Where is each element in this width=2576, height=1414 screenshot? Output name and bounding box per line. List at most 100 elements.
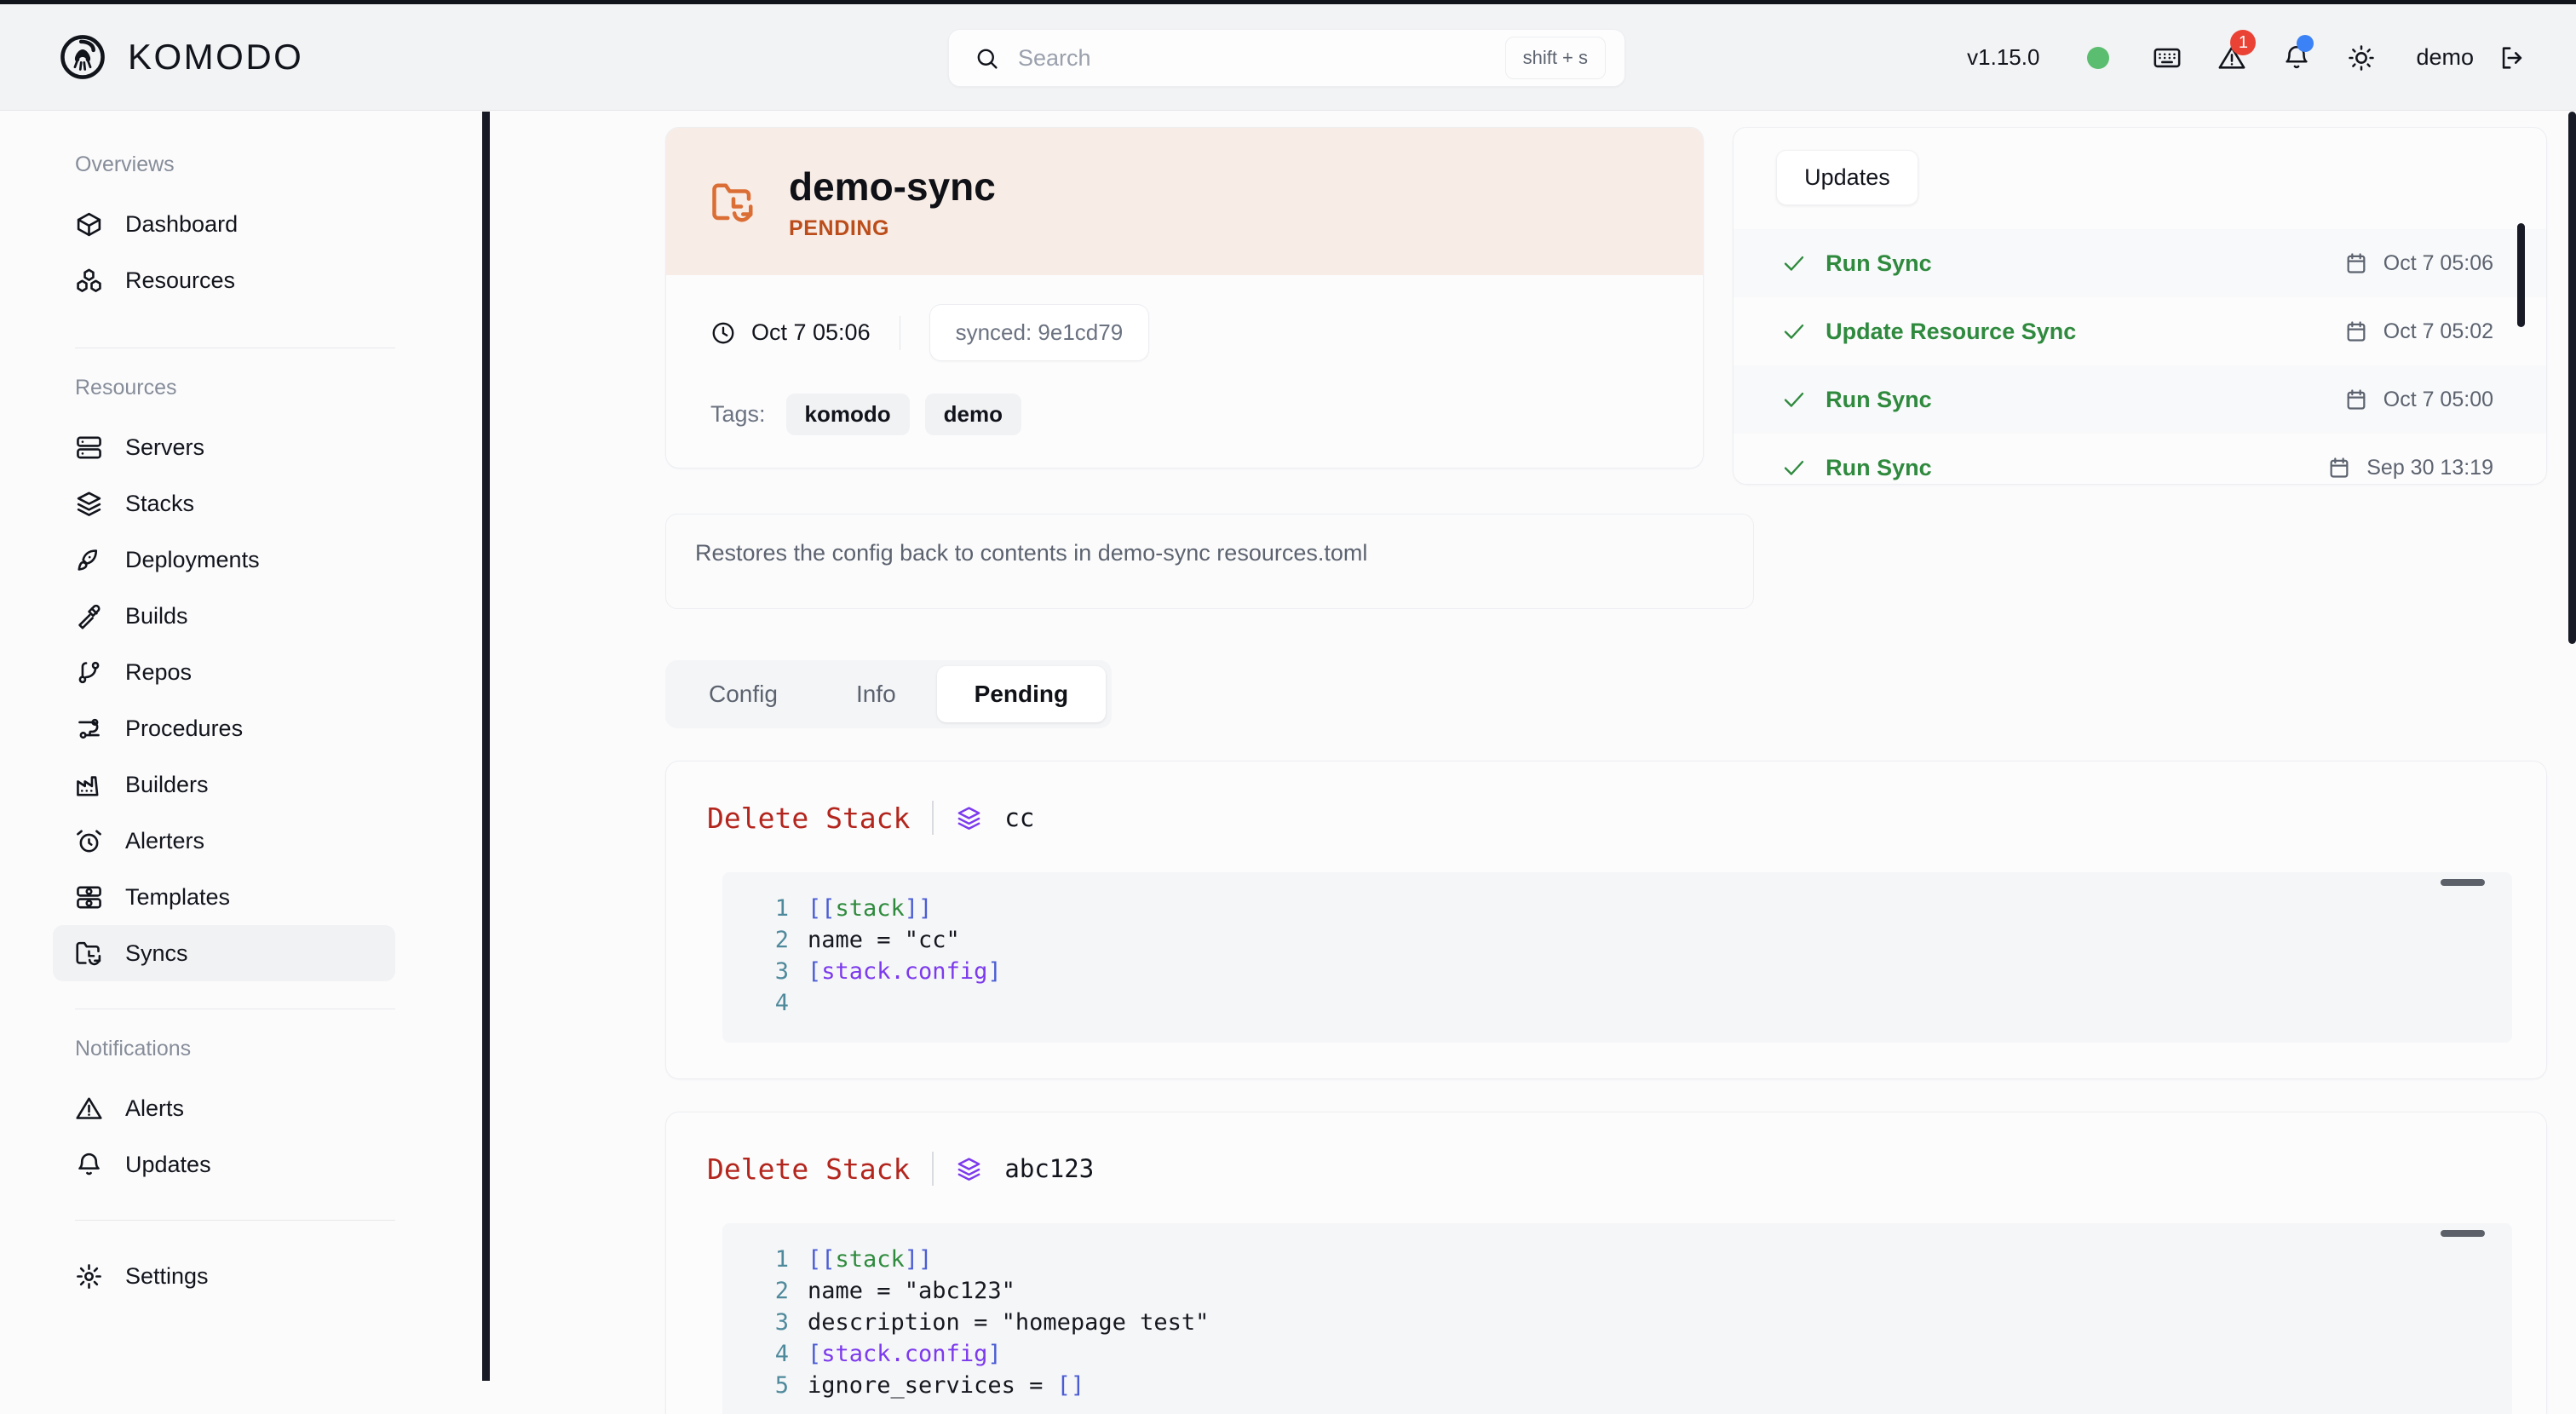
alerts-button[interactable]: 1 — [2199, 4, 2264, 111]
sidebar-item-builds[interactable]: Builds — [53, 588, 395, 644]
notifications-dot-badge — [2297, 35, 2314, 52]
git-branch-icon — [75, 658, 103, 687]
sidebar-item-syncs[interactable]: Syncs — [53, 925, 395, 981]
sidebar-item-builders[interactable]: Builders — [53, 756, 395, 813]
brand[interactable]: KOMODO — [58, 32, 303, 82]
folder-sync-icon — [75, 940, 103, 968]
sidebar-item-stacks[interactable]: Stacks — [53, 475, 395, 532]
sidebar-item-deployments[interactable]: Deployments — [53, 532, 395, 588]
sidebar-section-label: Overviews — [0, 152, 482, 177]
sidebar: OverviewsDashboardResourcesResourcesServ… — [0, 112, 482, 1414]
sidebar-item-settings[interactable]: Settings — [53, 1248, 395, 1304]
tag-chip[interactable]: komodo — [786, 394, 910, 435]
log-out-icon — [2498, 43, 2527, 72]
update-timestamp: Oct 7 05:06 — [2383, 251, 2493, 276]
sidebar-section-label: Resources — [0, 376, 482, 400]
check-icon — [1781, 319, 1807, 344]
sidebar-item-label: Updates — [125, 1152, 211, 1178]
updates-scrollbar[interactable] — [2517, 223, 2525, 327]
theme-toggle-button[interactable] — [2329, 4, 2394, 111]
update-left: Update Resource Sync — [1781, 319, 2076, 345]
komodo-dragon-logo-icon — [58, 32, 107, 82]
sidebar-item-resources[interactable]: Resources — [53, 252, 395, 308]
clock-icon — [710, 320, 736, 346]
main-scrollbar[interactable] — [482, 112, 490, 1381]
sidebar-item-label: Templates — [125, 884, 230, 911]
hammer-icon — [75, 602, 103, 630]
code-line: 4 — [722, 987, 2512, 1019]
code-line: 3description = "homepage test" — [722, 1307, 2512, 1338]
code-line-content: name = "abc123" — [808, 1275, 1015, 1307]
code-line-content: description = "homepage test" — [808, 1307, 1209, 1338]
code-line-number: 3 — [722, 956, 808, 987]
search-input[interactable] — [1018, 45, 1505, 72]
updates-panel-tab[interactable]: Updates — [1776, 150, 1918, 205]
top-row: demo-sync PENDING Oct 7 05:06 synced — [490, 127, 2576, 485]
sidebar-item-procedures[interactable]: Procedures — [53, 700, 395, 756]
update-name: Run Sync — [1826, 455, 1932, 481]
code-line-number: 1 — [722, 1244, 808, 1275]
page-scrollbar[interactable] — [2568, 112, 2576, 644]
code-horizontal-scrollbar[interactable] — [2441, 1230, 2485, 1237]
tag-chip[interactable]: demo — [925, 394, 1021, 435]
gear-icon — [75, 1262, 103, 1290]
tab-info[interactable]: Info — [819, 666, 934, 722]
synced-commit-pill[interactable]: synced: 9e1cd79 — [929, 304, 1150, 361]
layers-icon — [956, 805, 982, 831]
sidebar-item-templates[interactable]: Templates — [53, 869, 395, 925]
notifications-button[interactable] — [2264, 4, 2329, 111]
update-row[interactable]: Run Sync Oct 7 05:06 — [1734, 229, 2546, 297]
code-line: 4[stack.config] — [722, 1338, 2512, 1370]
workflow-icon — [75, 715, 103, 743]
sidebar-item-alerts[interactable]: Alerts — [53, 1080, 395, 1136]
sidebar-item-dashboard[interactable]: Dashboard — [53, 196, 395, 252]
code-line-content: [stack.config] — [808, 956, 1002, 987]
status-dot-icon — [2087, 47, 2109, 69]
tags-label: Tags: — [710, 401, 766, 428]
calendar-icon — [2327, 456, 2351, 480]
sidebar-item-servers[interactable]: Servers — [53, 419, 395, 475]
code-line: 1[[stack]] — [722, 1244, 2512, 1275]
tabs-container: ConfigInfoPending — [490, 609, 2576, 728]
update-right: Sep 30 13:19 — [2327, 456, 2493, 480]
server-icon — [75, 434, 103, 462]
sidebar-item-label: Servers — [125, 434, 204, 461]
logout-button[interactable] — [2487, 4, 2537, 111]
sidebar-item-repos[interactable]: Repos — [53, 644, 395, 700]
sync-summary-body: Oct 7 05:06 synced: 9e1cd79 Tags: komodo… — [666, 275, 1703, 468]
tab-config[interactable]: Config — [671, 666, 815, 722]
code-horizontal-scrollbar[interactable] — [2441, 879, 2485, 886]
meta-row: Oct 7 05:06 synced: 9e1cd79 — [710, 304, 1659, 361]
user-menu-label[interactable]: demo — [2394, 44, 2487, 71]
keyboard-shortcuts-button[interactable] — [2135, 4, 2199, 111]
boxes-icon — [75, 267, 103, 295]
check-icon — [1781, 455, 1807, 480]
rocket-icon — [75, 546, 103, 574]
sidebar-divider — [75, 1220, 395, 1221]
sidebar-item-updates[interactable]: Updates — [53, 1136, 395, 1193]
sidebar-item-label: Stacks — [125, 491, 194, 517]
bell-icon — [75, 1151, 103, 1179]
brand-name: KOMODO — [128, 37, 303, 78]
pending-code-block[interactable]: 1[[stack]]2name = "abc123"3description =… — [722, 1223, 2512, 1414]
pending-change-header: Delete Stackcc — [666, 801, 2546, 835]
calendar-icon — [2344, 388, 2368, 411]
code-line: 5ignore_services = [] — [722, 1370, 2512, 1401]
code-line-number: 1 — [722, 893, 808, 924]
update-name: Run Sync — [1826, 250, 1932, 277]
pending-change-card: Delete Stackcc 1[[stack]]2name = "cc"3[st… — [665, 761, 2547, 1079]
status-badge: PENDING — [789, 216, 996, 241]
tab-pending[interactable]: Pending — [937, 666, 1106, 722]
update-row[interactable]: Run Sync Sep 30 13:19 — [1734, 434, 2546, 485]
sidebar-item-label: Syncs — [125, 940, 188, 967]
search-container[interactable]: shift + s — [948, 29, 1625, 87]
version-label: v1.15.0 — [1945, 44, 2061, 71]
update-right: Oct 7 05:02 — [2344, 319, 2493, 344]
sidebar-item-alerters[interactable]: Alerters — [53, 813, 395, 869]
updates-panel: Updates Run Sync Oct 7 05:06 Update Resour… — [1733, 127, 2547, 485]
pending-code-block[interactable]: 1[[stack]]2name = "cc"3[stack.config]4 — [722, 872, 2512, 1043]
update-row[interactable]: Update Resource Sync Oct 7 05:02 — [1734, 297, 2546, 365]
search-box[interactable]: shift + s — [948, 29, 1625, 87]
sidebar-item-label: Procedures — [125, 716, 243, 742]
update-row[interactable]: Run SyncOct 7 05:00 — [1734, 365, 2546, 434]
